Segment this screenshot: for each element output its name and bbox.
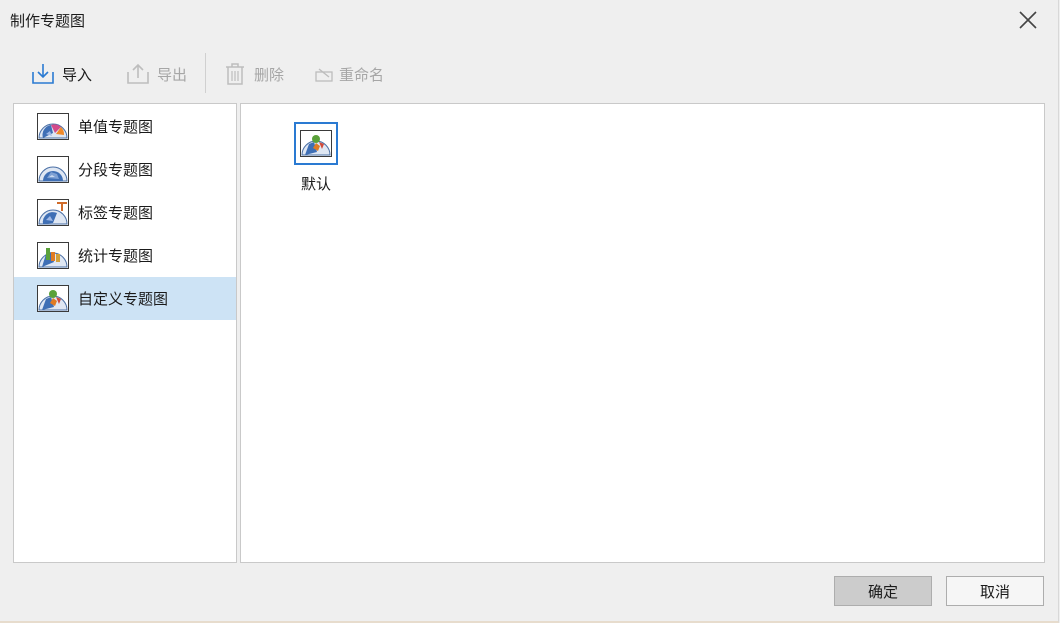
import-button[interactable]: 导入 [30, 55, 92, 93]
ok-button[interactable]: 确定 [834, 576, 932, 606]
list-item-label: 单值专题图 [78, 118, 154, 136]
rename-button[interactable]: 重命名 [314, 55, 384, 93]
make-thematic-map-dialog: 制作专题图 导入 导出 删除 重命名 单值专题图 分段专题图 标签专题图 统计专… [0, 0, 1059, 623]
template-item-default[interactable]: 默认 [294, 122, 338, 194]
delete-button[interactable]: 删除 [222, 55, 284, 93]
statistics-map-icon [37, 242, 69, 269]
list-item-label: 标签专题图 [78, 204, 154, 222]
export-button[interactable]: 导出 [125, 55, 187, 93]
range-map-icon [37, 156, 69, 183]
thematic-type-list: 单值专题图 分段专题图 标签专题图 统计专题图 自定义专题图 [13, 103, 237, 563]
template-gallery: 默认 [240, 103, 1045, 563]
custom-map-icon [300, 130, 332, 157]
toolbar: 导入 导出 删除 重命名 [14, 53, 514, 95]
template-thumbnail [294, 122, 338, 165]
label-map-icon [37, 199, 69, 226]
toolbar-separator [205, 53, 206, 93]
close-button[interactable] [1017, 9, 1039, 31]
template-label: 默认 [300, 175, 331, 193]
export-icon [125, 61, 151, 87]
import-icon [30, 61, 56, 87]
list-item-statistics[interactable]: 统计专题图 [14, 234, 236, 277]
import-label: 导入 [62, 65, 93, 84]
delete-label: 删除 [254, 65, 285, 84]
rename-label: 重命名 [339, 65, 385, 84]
list-item-label: 分段专题图 [78, 161, 154, 179]
export-label: 导出 [157, 65, 188, 84]
list-item-label: 自定义专题图 [78, 290, 169, 308]
close-icon [1019, 11, 1037, 29]
custom-map-icon [37, 285, 69, 312]
list-item-label-map[interactable]: 标签专题图 [14, 191, 236, 234]
dialog-title: 制作专题图 [10, 12, 86, 30]
cancel-button[interactable]: 取消 [946, 576, 1044, 606]
list-item-custom[interactable]: 自定义专题图 [14, 277, 236, 320]
trash-icon [222, 61, 248, 87]
list-item-range[interactable]: 分段专题图 [14, 148, 236, 191]
rename-icon [314, 61, 334, 87]
list-item-label: 统计专题图 [78, 247, 154, 265]
unique-value-map-icon [37, 113, 69, 140]
list-item-unique-value[interactable]: 单值专题图 [14, 105, 236, 148]
